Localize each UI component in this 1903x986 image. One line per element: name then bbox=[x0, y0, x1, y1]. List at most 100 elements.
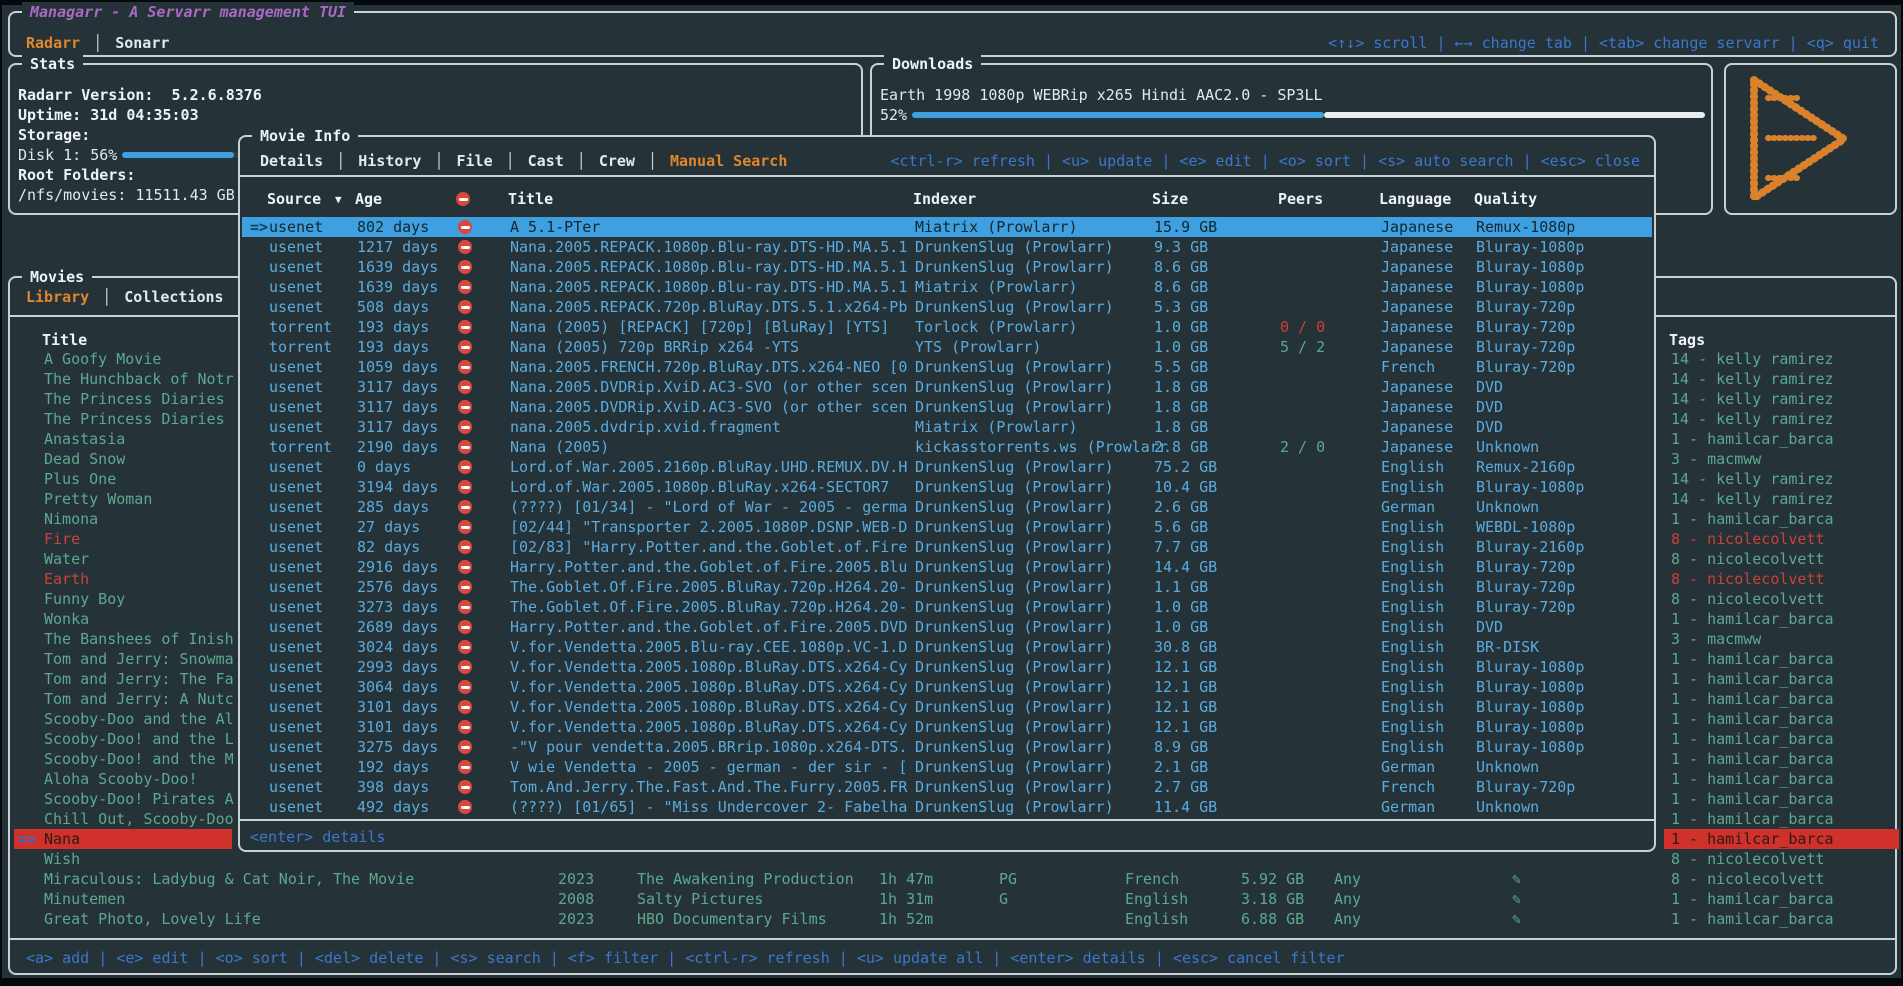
managarr-logo bbox=[1744, 74, 1854, 204]
release-row[interactable]: torrent2190 daysNana (2005)kickasstorren… bbox=[242, 437, 1652, 457]
age-cell: 3101 days bbox=[357, 717, 438, 737]
size-cell: 5.92 GB bbox=[1241, 869, 1304, 889]
release-row[interactable]: usenet492 days(????) [01/65] - "Miss Und… bbox=[242, 797, 1652, 817]
release-row[interactable]: usenet3117 daysNana.2005.DVDRip.XviD.AC3… bbox=[242, 377, 1652, 397]
release-row[interactable]: usenet285 days(????) [01/34] - "Lord of … bbox=[242, 497, 1652, 517]
indexer-cell: Miatrix (Prowlarr) bbox=[915, 277, 1078, 297]
release-row[interactable]: usenet3275 days-"V pour vendetta.2005.BR… bbox=[242, 737, 1652, 757]
indexer-cell: DrunkenSlug (Prowlarr) bbox=[915, 497, 1114, 517]
language-cell: Japanese bbox=[1381, 317, 1453, 337]
release-row[interactable]: usenet2689 daysHarry.Potter.and.the.Gobl… bbox=[242, 617, 1652, 637]
age-cell: 2190 days bbox=[357, 437, 438, 457]
title-cell: Lord.of.War.2005.2160p.BluRay.UHD.REMUX.… bbox=[510, 457, 907, 477]
no-entry-icon bbox=[458, 560, 472, 574]
title-cell: Nana.2005.REPACK.1080p.Blu-ray.DTS-HD.MA… bbox=[510, 257, 907, 277]
tab-sonarr[interactable]: Sonarr bbox=[115, 33, 169, 53]
movie-title-cell: Wonka bbox=[44, 609, 89, 629]
movie-title-cell: Tom and Jerry: Snowma bbox=[44, 649, 234, 669]
title-cell: -"V pour vendetta.2005.BRrip.1080p.x264-… bbox=[510, 737, 907, 757]
movie-row[interactable]: Great Photo, Lovely Life2023HBO Document… bbox=[12, 909, 1893, 929]
indexer-cell: Miatrix (Prowlarr) bbox=[915, 217, 1078, 237]
size-cell: 8.6 GB bbox=[1154, 257, 1208, 277]
release-row[interactable]: usenet 2576 days The.Goblet.Of.Fire.2005.B… bbox=[242, 577, 1652, 597]
age-cell: 802 days bbox=[357, 217, 429, 237]
age-cell: 508 days bbox=[357, 297, 429, 317]
movie-title-cell: Funny Boy bbox=[44, 589, 125, 609]
language-cell: English bbox=[1381, 557, 1444, 577]
movie-tag-cell: 1 - hamilcar_barca bbox=[1671, 909, 1834, 929]
release-row[interactable]: usenet2916 daysHarry.Potter.and.the.Gobl… bbox=[242, 557, 1652, 577]
quality-cell: DVD bbox=[1476, 397, 1503, 417]
release-row[interactable]: torrent193 daysNana (2005) 720p BRRip x2… bbox=[242, 337, 1652, 357]
movie-title-cell: The Banshees of Inish bbox=[44, 629, 234, 649]
tab-radarr[interactable]: Radarr bbox=[26, 33, 80, 53]
size-cell: 2.8 GB bbox=[1154, 437, 1208, 457]
uptime: Uptime: 31d 04:35:03 bbox=[18, 105, 199, 125]
release-row[interactable]: torrent193 daysNana (2005) [REPACK] [720… bbox=[242, 317, 1652, 337]
release-row[interactable]: usenet1639 daysNana.2005.REPACK.1080p.Bl… bbox=[242, 257, 1652, 277]
release-row[interactable]: usenet3117 daysnana.2005.dvdrip.xvid.fra… bbox=[242, 417, 1652, 437]
title-cell: V.for.Vendetta.2005.1080p.BluRay.DTS.x26… bbox=[510, 717, 907, 737]
quality-cell: Bluray-1080p bbox=[1476, 237, 1584, 257]
size-cell: 6.88 GB bbox=[1241, 909, 1304, 929]
release-row[interactable]: usenet508 daysNana.2005.REPACK.720p.BluR… bbox=[242, 297, 1652, 317]
release-row[interactable]: usenet3273 daysThe.Goblet.Of.Fire.2005.B… bbox=[242, 597, 1652, 617]
release-row[interactable]: usenet3194 daysLord.of.War.2005.1080p.Bl… bbox=[242, 477, 1652, 497]
movie-row[interactable]: Wish8 - nicolecolvett bbox=[12, 849, 1893, 869]
title-cell: V.for.Vendetta.2005.1080p.BluRay.DTS.x26… bbox=[510, 677, 907, 697]
indexer-cell: DrunkenSlug (Prowlarr) bbox=[915, 477, 1114, 497]
size-cell: 7.7 GB bbox=[1154, 537, 1208, 557]
title-cell: (????) [01/65] - "Miss Undercover 2- Fab… bbox=[510, 797, 907, 817]
indexer-cell: DrunkenSlug (Prowlarr) bbox=[915, 397, 1114, 417]
age-cell: 1639 days bbox=[357, 257, 438, 277]
language-cell: English bbox=[1381, 477, 1444, 497]
download-item[interactable]: Earth 1998 1080p WEBRip x265 Hindi AAC2.… bbox=[880, 85, 1323, 105]
download-progress-label: 52% bbox=[880, 105, 907, 125]
quality-cell: Bluray-1080p bbox=[1476, 717, 1584, 737]
release-row[interactable]: usenet192 daysV wie Vendetta - 2005 - ge… bbox=[242, 757, 1652, 777]
size-cell: 12.1 GB bbox=[1154, 657, 1217, 677]
release-row[interactable]: usenet1639 daysNana.2005.REPACK.1080p.Bl… bbox=[242, 277, 1652, 297]
source-cell: usenet bbox=[269, 577, 323, 597]
release-row[interactable]: usenet82 days[02/83] "Harry.Potter.and.t… bbox=[242, 537, 1652, 557]
release-row[interactable]: usenet3117 daysNana.2005.DVDRip.XviD.AC3… bbox=[242, 397, 1652, 417]
release-row[interactable]: usenet398 daysTom.And.Jerry.The.Fast.And… bbox=[242, 777, 1652, 797]
no-entry-icon bbox=[458, 620, 472, 634]
movie-row[interactable]: Minutemen2008Salty Pictures1h 31mGEnglis… bbox=[12, 889, 1893, 909]
language-cell: French bbox=[1381, 357, 1435, 377]
movie-row[interactable]: Miraculous: Ladybug & Cat Noir, The Movi… bbox=[12, 869, 1893, 889]
release-row[interactable]: usenet3101 daysV.for.Vendetta.2005.1080p… bbox=[242, 717, 1652, 737]
indexer-cell: DrunkenSlug (Prowlarr) bbox=[915, 257, 1114, 277]
release-row[interactable]: usenet1059 daysNana.2005.FRENCH.720p.Blu… bbox=[242, 357, 1652, 377]
title-cell: The.Goblet.Of.Fire.2005.BluRay.720p.H264… bbox=[510, 577, 907, 597]
indexer-cell: DrunkenSlug (Prowlarr) bbox=[915, 297, 1114, 317]
age-cell: 2576 days bbox=[357, 577, 438, 597]
no-entry-icon bbox=[458, 420, 472, 434]
release-row[interactable]: usenet0 daysLord.of.War.2005.2160p.BluRa… bbox=[242, 457, 1652, 477]
no-entry-icon bbox=[458, 300, 472, 314]
size-cell: 1.1 GB bbox=[1154, 577, 1208, 597]
quality-cell: Bluray-720p bbox=[1476, 337, 1575, 357]
size-cell: 8.9 GB bbox=[1154, 737, 1208, 757]
release-row[interactable]: usenet1217 daysNana.2005.REPACK.1080p.Bl… bbox=[242, 237, 1652, 257]
size-cell: 1.0 GB bbox=[1154, 317, 1208, 337]
movie-info-modal: Movie Info Details│History│File│Cast│Cre… bbox=[238, 135, 1656, 852]
language-cell: Japanese bbox=[1381, 397, 1453, 417]
size-cell: 3.18 GB bbox=[1241, 889, 1304, 909]
indexer-cell: DrunkenSlug (Prowlarr) bbox=[915, 757, 1114, 777]
age-cell: 398 days bbox=[357, 777, 429, 797]
language-cell: English bbox=[1381, 597, 1444, 617]
release-row[interactable]: usenet27 days[02/44] "Transporter 2.2005… bbox=[242, 517, 1652, 537]
age-cell: 193 days bbox=[357, 317, 429, 337]
quality-cell: Remux-2160p bbox=[1476, 457, 1575, 477]
release-row[interactable]: usenet3101 daysV.for.Vendetta.2005.1080p… bbox=[242, 697, 1652, 717]
movie-title-cell: Scooby-Doo! Pirates A bbox=[44, 789, 234, 809]
quality-cell: Bluray-1080p bbox=[1476, 477, 1584, 497]
age-cell: 3117 days bbox=[357, 417, 438, 437]
release-row[interactable]: usenet2993 daysV.for.Vendetta.2005.1080p… bbox=[242, 657, 1652, 677]
indexer-cell: DrunkenSlug (Prowlarr) bbox=[915, 457, 1114, 477]
release-row[interactable]: usenet3064 daysV.for.Vendetta.2005.1080p… bbox=[242, 677, 1652, 697]
age-cell: 3117 days bbox=[357, 397, 438, 417]
release-row[interactable]: =>usenet802 daysA 5.1-PTerMiatrix (Prowl… bbox=[242, 217, 1652, 237]
release-row[interactable]: usenet3024 daysV.for.Vendetta.2005.Blu-r… bbox=[242, 637, 1652, 657]
